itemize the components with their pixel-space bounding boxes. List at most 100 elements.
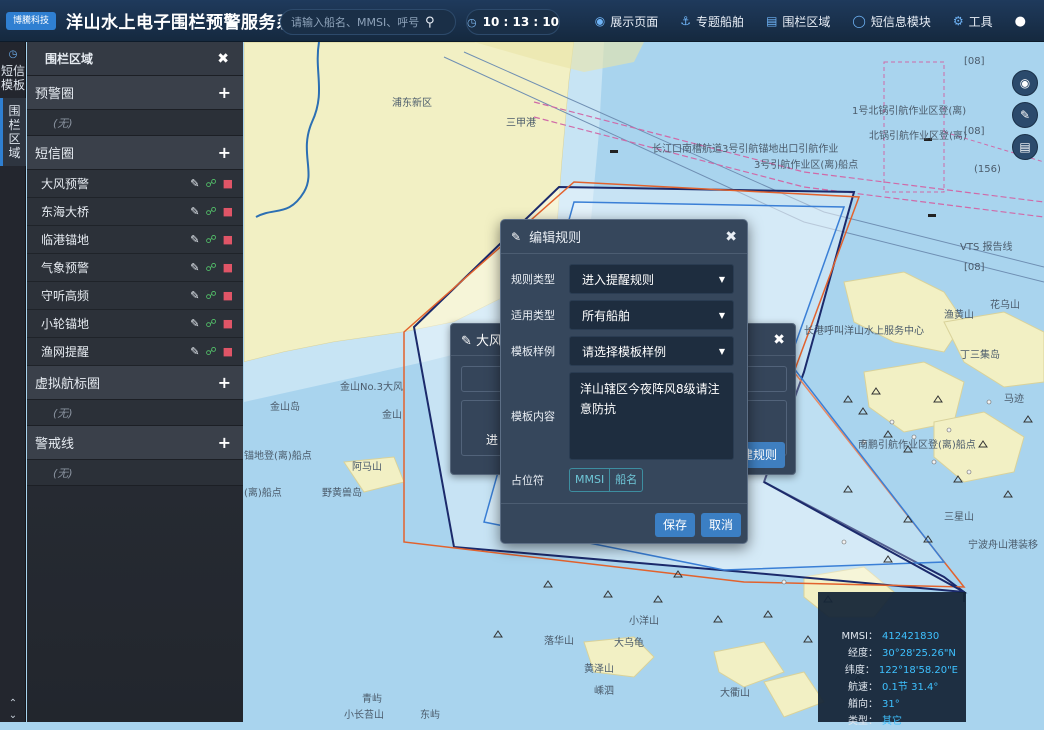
info-key: 艏向： [848,699,878,710]
edit-icon[interactable]: ✎ [190,261,199,274]
apply-type-label: 适用类型 [511,309,555,322]
save-button[interactable]: 保存 [655,513,696,537]
delete-icon[interactable]: ■ [223,233,233,246]
section-alert-line[interactable]: 警戒线 + [27,426,243,460]
clock-icon: ◷ [8,49,18,60]
main-menu: ◉ 展示页面 ⚓ 专题船舶 ▤ 围栏区域 ◯ 短信息模块 ⚙ 工具 ● [595,0,1044,42]
info-row-latitude: 纬度： 122°18'58.20"E [832,662,958,679]
edit-icon[interactable]: ✎ [190,289,199,302]
close-icon[interactable]: ✖ [217,51,229,67]
delete-icon[interactable]: ■ [223,177,233,190]
close-icon[interactable]: ✖ [725,229,737,245]
share-icon[interactable]: ☍ [205,261,216,274]
close-icon[interactable]: ✖ [773,332,785,348]
gear-icon: ⚙ [952,14,964,28]
apply-type-select[interactable]: 所有船舶 ▼ [569,300,734,330]
delete-icon[interactable]: ■ [223,205,233,218]
map-label-156: (156) [974,164,1001,175]
collapse-chevrons-icon[interactable]: ⌃ ⌄ [0,698,26,722]
share-icon[interactable]: ☍ [205,317,216,330]
menu-special-ships[interactable]: ⚓ 专题船舶 [680,13,744,30]
list-item[interactable]: 小轮锚地 ✎ ☍ ■ [27,310,243,338]
placeholder-label: 占位符 [511,474,544,487]
menu-fence-area[interactable]: ▤ 围栏区域 [766,13,830,30]
content-label: 模板内容 [511,410,555,423]
share-icon[interactable]: ☍ [205,345,216,358]
edit-icon[interactable]: ✎ [190,317,199,330]
sidebar-title: 围栏区域 [45,52,94,66]
add-icon[interactable]: + [218,373,231,392]
map-book-icon: ▤ [1019,140,1031,154]
dialog-title-wrap: ✎ 编辑规则 [511,227,582,247]
edit-icon[interactable]: ✎ [190,177,199,190]
info-value: 31° [882,699,900,710]
rule-type-select[interactable]: 进入提醒规则 ▼ [569,264,734,294]
item-actions: ✎ ☍ ■ [190,289,233,302]
delete-icon[interactable]: ■ [223,345,233,358]
section-sms-circle[interactable]: 短信圈 + [27,136,243,170]
map-label-pilot1n: 1号北锅引航作业区登(离) [852,106,967,117]
empty-placeholder: (无) [27,400,243,426]
share-icon[interactable]: ☍ [205,205,216,218]
placeholder-shipname-button[interactable]: 船名 [609,469,642,491]
add-icon[interactable]: + [218,143,231,162]
template-label: 模板样例 [511,345,555,358]
rule-type-label: 规则类型 [511,273,555,286]
tab-label: 围栏区域 [8,104,21,160]
share-icon[interactable]: ☍ [205,177,216,190]
delete-icon[interactable]: ■ [223,289,233,302]
edit-rule-dialog: ✎ 编辑规则 ✖ 规则类型 进入提醒规则 ▼ 适用类型 所有船舶 ▼ 模板样例 … [500,219,748,544]
search-box[interactable]: ⚲ [280,9,456,35]
edit-icon[interactable]: ✎ [190,205,199,218]
info-key: 经度： [848,648,878,659]
menu-sms-module[interactable]: ◯ 短信息模块 [852,13,930,30]
list-item[interactable]: 气象预警 ✎ ☍ ■ [27,254,243,282]
map-label-sanxing: 三星山 [944,512,974,523]
placeholder-mmsi-button[interactable]: MMSI [570,469,609,491]
clock: ◷ 10 : 13 : 10 [466,9,560,35]
left-tab-strip: ◷ 短信模板 围栏区域 ⌃ ⌄ [0,42,26,722]
search-input[interactable] [281,14,421,30]
layers-button[interactable]: ▤ [1012,134,1038,160]
cancel-button[interactable]: 取消 [701,513,742,537]
edit-icon[interactable]: ✎ [190,345,199,358]
search-icon[interactable]: ⚲ [425,15,435,30]
info-key: 航速： [848,682,878,693]
item-label: 东海大桥 [41,205,90,219]
dialog-title: 编辑规则 [529,231,582,246]
list-item[interactable]: 大风预警 ✎ ☍ ■ [27,170,243,198]
list-item[interactable]: 东海大桥 ✎ ☍ ■ [27,198,243,226]
edit-icon[interactable]: ✎ [190,233,199,246]
map-label-huangze: 黄泽山 [584,664,614,675]
info-value: 122°18'58.20"E [878,665,958,676]
map-label-xiaoyang: 小洋山 [629,616,659,627]
draw-button[interactable]: ✎ [1012,102,1038,128]
add-icon[interactable]: + [218,433,231,452]
tab-fence-area[interactable]: 围栏区域 [0,98,26,166]
map-label-yangshan-vhf: 长港呼叫洋山水上服务中心 [804,326,924,337]
tab-sms-template[interactable]: ◷ 短信模板 [0,42,26,98]
list-item[interactable]: 临港锚地 ✎ ☍ ■ [27,226,243,254]
pin-icon: ◉ [1019,76,1031,90]
section-warning-circle[interactable]: 预警圈 + [27,76,243,110]
menu-tools[interactable]: ⚙ 工具 [953,13,993,30]
template-content-textarea[interactable]: 洋山辖区今夜阵风8级请注意防抗 [569,372,734,460]
template-select[interactable]: 请选择模板样例 ▼ [569,336,734,366]
list-item[interactable]: 守听高频 ✎ ☍ ■ [27,282,243,310]
menu-display-page[interactable]: ◉ 展示页面 [595,13,659,30]
item-actions: ✎ ☍ ■ [190,261,233,274]
map-label-nanchang: (离)船点 [244,488,282,499]
delete-icon[interactable]: ■ [223,261,233,274]
share-icon[interactable]: ☍ [205,289,216,302]
location-pin-button[interactable]: ◉ [1012,70,1038,96]
map-label-dongkuan: 东屿 [420,710,440,721]
section-virtual-beacon[interactable]: 虚拟航标圈 + [27,366,243,400]
add-icon[interactable]: + [218,83,231,102]
map-label-anchor: 锚地登(离)船点 [244,451,312,462]
user-icon[interactable]: ● [1015,14,1026,29]
share-icon[interactable]: ☍ [205,233,216,246]
item-actions: ✎ ☍ ■ [190,205,233,218]
map-label-jinshan: 金山 [382,410,402,421]
list-item[interactable]: 渔网提醒 ✎ ☍ ■ [27,338,243,366]
delete-icon[interactable]: ■ [223,317,233,330]
